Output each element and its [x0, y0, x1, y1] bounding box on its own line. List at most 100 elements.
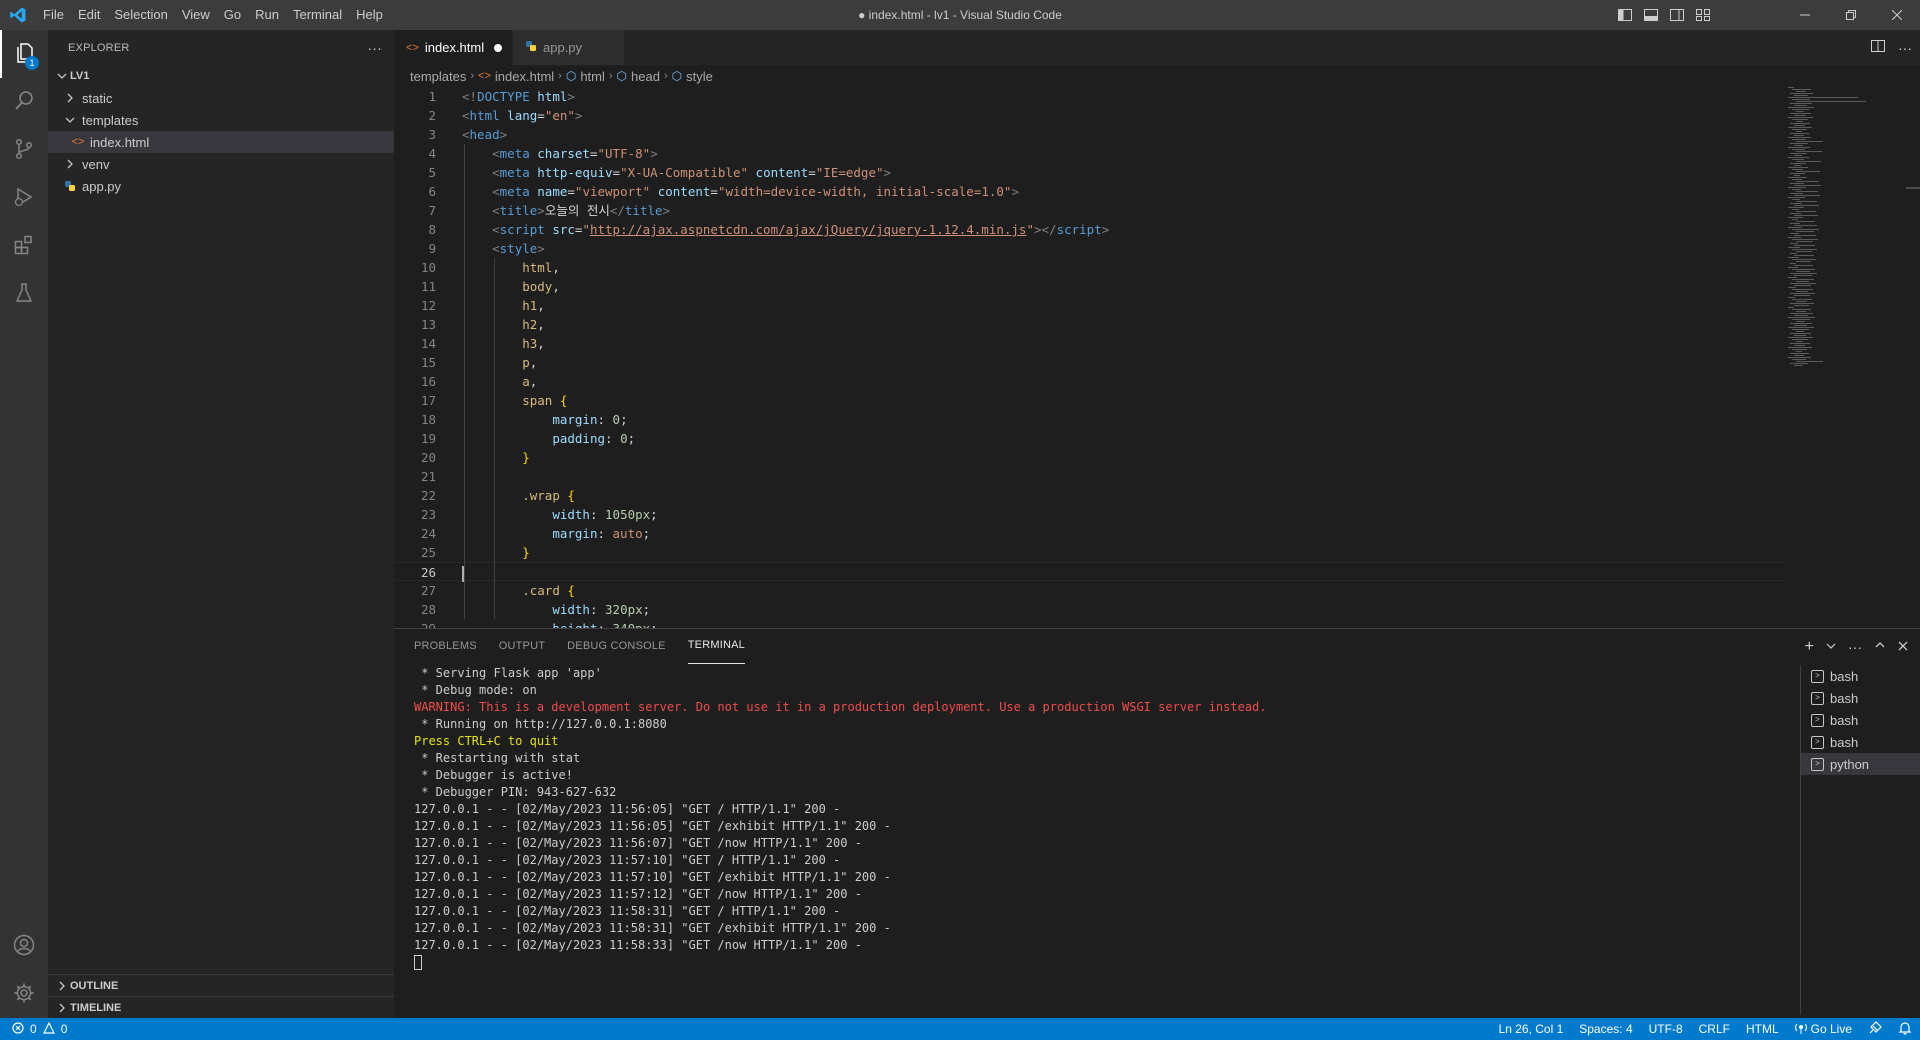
code-line[interactable]: 7 <title>오늘의 전시</title> — [394, 201, 1784, 220]
breadcrumb-item[interactable]: <> index.html — [478, 69, 554, 84]
unsaved-dot-icon[interactable] — [494, 43, 502, 52]
code-line[interactable]: 6 <meta name="viewport" content="width=d… — [394, 182, 1784, 201]
manage-button[interactable] — [0, 970, 48, 1018]
code-line[interactable]: 16 a, — [394, 372, 1784, 391]
run-debug-button[interactable] — [0, 174, 48, 222]
code-editor[interactable]: 1 <!DOCTYPE html> 2 <html lang="en"> 3 <head>… — [394, 87, 1784, 628]
search-button[interactable] — [0, 78, 48, 126]
code-token: h3 — [522, 336, 538, 351]
menu-view[interactable]: View — [175, 0, 217, 30]
toggle-primary-sidebar-icon[interactable] — [1616, 6, 1634, 24]
terminal-prompt[interactable] — [414, 954, 1784, 971]
panel-tab-output[interactable]: OUTPUT — [499, 629, 545, 664]
code-line[interactable]: 24 margin: auto; — [394, 524, 1784, 543]
tree-item-venv[interactable]: venv — [48, 153, 394, 175]
code-line[interactable]: 17 span { — [394, 391, 1784, 410]
feedback-icon[interactable] — [1868, 1020, 1882, 1038]
code-line[interactable]: 19 padding: 0; — [394, 429, 1784, 448]
new-terminal-icon[interactable]: + — [1805, 638, 1814, 656]
menu-run[interactable]: Run — [248, 0, 286, 30]
code-line[interactable]: 10 html, — [394, 258, 1784, 277]
go-live-button[interactable]: Go Live — [1794, 1022, 1852, 1037]
tab-index-html[interactable]: <> index.html — [394, 30, 512, 65]
code-line[interactable]: 29 height: 340px; — [394, 619, 1784, 628]
code-line[interactable]: 5 <meta http-equiv="X-UA-Compatible" con… — [394, 163, 1784, 182]
indentation[interactable]: Spaces: 4 — [1579, 1022, 1632, 1036]
close-panel-icon[interactable] — [1898, 639, 1908, 654]
menu-go[interactable]: Go — [217, 0, 248, 30]
terminal-instance-bash[interactable]: > bash — [1801, 665, 1920, 687]
minimize-icon[interactable] — [1782, 0, 1828, 30]
workspace-folder[interactable]: LV1 — [48, 65, 394, 87]
code-line[interactable]: 28 width: 320px; — [394, 600, 1784, 619]
menu-help[interactable]: Help — [349, 0, 390, 30]
menu-terminal[interactable]: Terminal — [286, 0, 349, 30]
code-line[interactable]: 11 body, — [394, 277, 1784, 296]
toggle-panel-icon[interactable] — [1642, 6, 1660, 24]
more-actions-icon[interactable]: ··· — [1898, 40, 1912, 56]
timeline-section[interactable]: TIMELINE — [48, 996, 394, 1018]
code-line[interactable]: 25 } — [394, 543, 1784, 562]
code-line[interactable]: 13 h2, — [394, 315, 1784, 334]
panel-tab-debug-console[interactable]: DEBUG CONSOLE — [567, 629, 666, 664]
code-line[interactable]: 1 <!DOCTYPE html> — [394, 87, 1784, 106]
breadcrumb-item[interactable]: ⬡ style — [672, 69, 713, 84]
menu-edit[interactable]: Edit — [71, 0, 107, 30]
close-window-icon[interactable] — [1874, 0, 1920, 30]
panel-tab-terminal[interactable]: TERMINAL — [687, 629, 745, 664]
code-line[interactable]: 15 p, — [394, 353, 1784, 372]
terminal-instance-bash[interactable]: > bash — [1801, 731, 1920, 753]
accounts-button[interactable] — [0, 922, 48, 970]
editor-scrollbar[interactable] — [1906, 87, 1920, 628]
code-line[interactable]: 27 .card { — [394, 581, 1784, 600]
panel-tab-problems[interactable]: PROBLEMS — [414, 629, 477, 664]
code-line[interactable]: 2 <html lang="en"> — [394, 106, 1784, 125]
toggle-secondary-sidebar-icon[interactable] — [1668, 6, 1686, 24]
outline-section[interactable]: OUTLINE — [48, 974, 394, 996]
encoding[interactable]: UTF-8 — [1649, 1022, 1683, 1036]
tree-item-index-html[interactable]: <> index.html — [48, 131, 394, 153]
cursor-position[interactable]: Ln 26, Col 1 — [1499, 1022, 1564, 1036]
code-line[interactable]: 4 <meta charset="UTF-8"> — [394, 144, 1784, 163]
code-line[interactable]: 26 — [394, 562, 1784, 582]
breadcrumb-item[interactable]: ⬡ head — [617, 69, 660, 84]
menu-selection[interactable]: Selection — [107, 0, 174, 30]
split-editor-icon[interactable] — [1870, 38, 1886, 57]
language-mode[interactable]: HTML — [1746, 1022, 1779, 1036]
maximize-panel-icon[interactable] — [1874, 639, 1886, 654]
breadcrumb-item[interactable]: templates — [410, 69, 466, 84]
code-line[interactable]: 21 — [394, 467, 1784, 486]
customize-layout-icon[interactable] — [1694, 6, 1712, 24]
code-line[interactable]: 12 h1, — [394, 296, 1784, 315]
end-of-line[interactable]: CRLF — [1699, 1022, 1730, 1036]
terminal-instance-bash[interactable]: > bash — [1801, 687, 1920, 709]
tree-item-app-py[interactable]: app.py — [48, 175, 394, 197]
code-line[interactable]: 20 } — [394, 448, 1784, 467]
testing-button[interactable] — [0, 270, 48, 318]
problems-status[interactable]: 0 0 — [0, 1021, 67, 1037]
menu-file[interactable]: File — [36, 0, 71, 30]
notifications-bell-icon[interactable] — [1898, 1021, 1912, 1038]
terminal-instance-bash[interactable]: > bash — [1801, 709, 1920, 731]
code-line[interactable]: 23 width: 1050px; — [394, 505, 1784, 524]
more-actions-icon[interactable]: ··· — [367, 40, 382, 56]
terminal-instance-python[interactable]: > python — [1801, 753, 1920, 775]
more-actions-icon[interactable]: ··· — [1848, 639, 1862, 655]
explorer-button[interactable]: 1 — [0, 30, 48, 78]
code-line[interactable]: 14 h3, — [394, 334, 1784, 353]
code-line[interactable]: 8 <script src="http://ajax.aspnetcdn.com… — [394, 220, 1784, 239]
extensions-button[interactable] — [0, 222, 48, 270]
code-line[interactable]: 18 margin: 0; — [394, 410, 1784, 429]
code-line[interactable]: 9 <style> — [394, 239, 1784, 258]
code-line[interactable]: 22 .wrap { — [394, 486, 1784, 505]
restore-icon[interactable] — [1828, 0, 1874, 30]
minimap[interactable] — [1786, 87, 1906, 387]
tree-item-templates[interactable]: templates — [48, 109, 394, 131]
source-control-button[interactable] — [0, 126, 48, 174]
code-line[interactable]: 3 <head> — [394, 125, 1784, 144]
chevron-down-icon[interactable] — [1826, 639, 1836, 654]
tree-item-static[interactable]: static — [48, 87, 394, 109]
tab-app-py[interactable]: app.py — [512, 30, 624, 65]
terminal-output[interactable]: * Serving Flask app 'app' * Debug mode: … — [414, 665, 1784, 1015]
breadcrumb-item[interactable]: ⬡ html — [566, 69, 605, 84]
